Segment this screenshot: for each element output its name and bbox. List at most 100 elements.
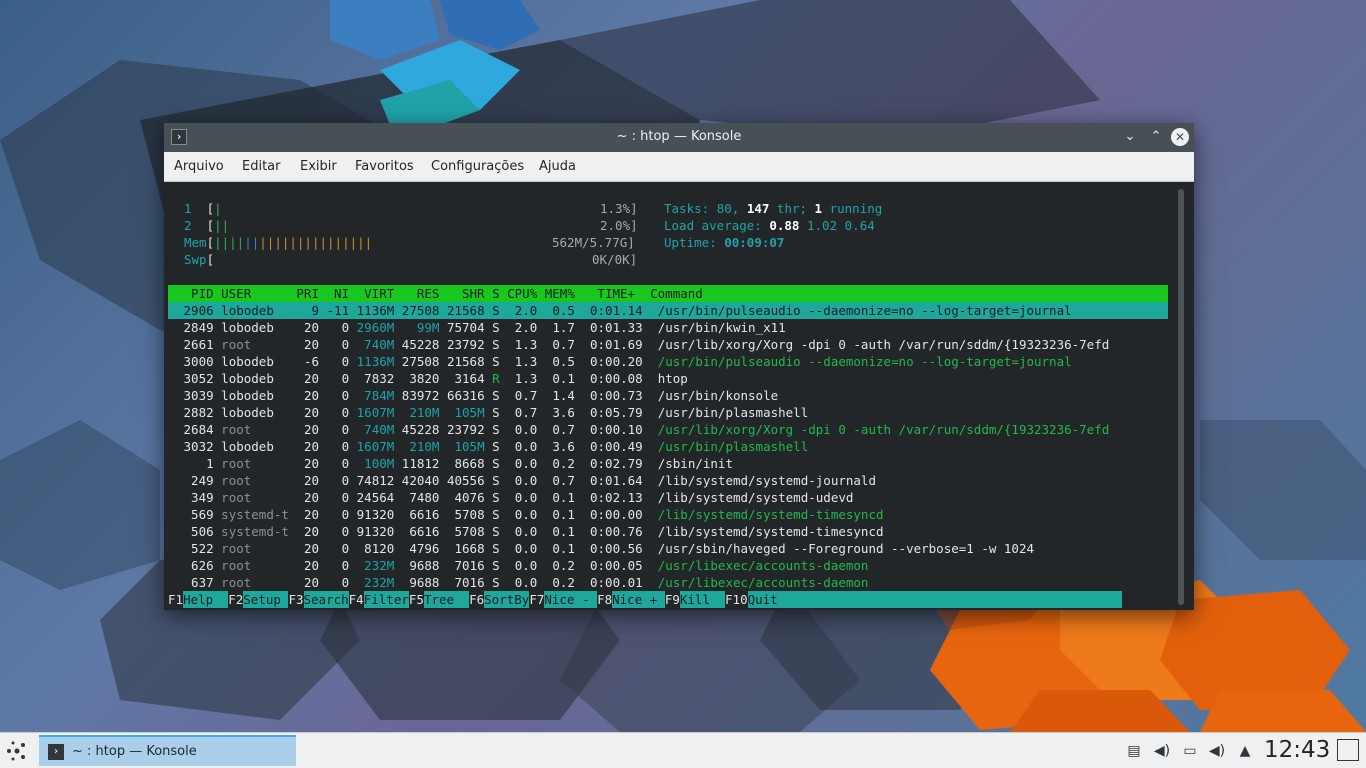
fkey-f10[interactable]: F10 bbox=[725, 592, 748, 607]
process-shr-cell: 40556 bbox=[439, 473, 485, 488]
process-cmd-cell: /usr/bin/pulseaudio --daemonize=no --log… bbox=[642, 303, 1072, 318]
menu-editar[interactable]: Editar bbox=[242, 159, 281, 174]
clipboard-icon[interactable]: ▤ bbox=[1125, 742, 1143, 760]
process-ni-cell: 0 bbox=[319, 388, 350, 403]
process-row[interactable]: 2684 root 20 0 740M 45228 23792 S 0.0 0.… bbox=[176, 421, 1110, 438]
terminal-scrollbar[interactable] bbox=[1178, 189, 1184, 605]
process-state-cell: S bbox=[484, 473, 500, 488]
fkey-f7[interactable]: F7 bbox=[529, 592, 544, 607]
process-row[interactable]: 2882 lobodeb 20 0 1607M 210M 105M S 0.7 … bbox=[176, 404, 809, 421]
fkey-label-f5[interactable]: Tree bbox=[423, 591, 470, 608]
process-cpu-cell: 0.0 bbox=[499, 541, 538, 556]
process-row[interactable]: 349 root 20 0 24564 7480 4076 S 0.0 0.1 … bbox=[176, 489, 853, 506]
process-virt-cell: 1607M bbox=[349, 405, 395, 420]
process-state-cell: S bbox=[484, 388, 500, 403]
process-pri-cell: 20 bbox=[288, 456, 320, 471]
process-row[interactable]: 522 root 20 0 8120 4796 1668 S 0.0 0.1 0… bbox=[176, 540, 1034, 557]
process-pid-cell: 2906 bbox=[176, 303, 214, 318]
maximize-icon[interactable]: ⌃ bbox=[1146, 127, 1166, 147]
fkey-label-f2[interactable]: Setup bbox=[243, 591, 289, 608]
process-row[interactable]: 3000 lobodeb -6 0 1136M 27508 21568 S 1.… bbox=[176, 353, 1072, 370]
volume-icon[interactable]: ◀) bbox=[1153, 742, 1171, 760]
process-shr-cell: 1668 bbox=[439, 541, 485, 556]
cpu1-percent: 1.3%] bbox=[600, 201, 638, 216]
fkey-label-f4[interactable]: Filter bbox=[363, 591, 409, 608]
show-desktop-icon[interactable] bbox=[1337, 739, 1359, 761]
process-pid-cell: 2849 bbox=[176, 320, 214, 335]
process-pri-cell: 20 bbox=[288, 320, 320, 335]
menu-favoritos[interactable]: Favoritos bbox=[355, 159, 414, 174]
menu-ajuda[interactable]: Ajuda bbox=[539, 159, 576, 174]
terminal-area[interactable]: 1 [| 1.3%] 2 [|| 2.0%] Mem[|||||||||||||… bbox=[164, 182, 1194, 610]
expand-tray-icon[interactable]: ▲ bbox=[1236, 742, 1254, 760]
process-row[interactable]: 3052 lobodeb 20 0 7832 3820 3164 R 1.3 0… bbox=[176, 370, 688, 387]
fkey-f3[interactable]: F3 bbox=[288, 592, 303, 607]
menu-exibir[interactable]: Exibir bbox=[300, 159, 337, 174]
process-res-cell: 210M bbox=[394, 405, 440, 420]
process-res-cell: 11812 bbox=[394, 456, 440, 471]
application-launcher-icon[interactable] bbox=[5, 739, 29, 763]
process-ni-cell: 0 bbox=[319, 371, 350, 386]
close-icon[interactable]: ✕ bbox=[1171, 128, 1189, 146]
process-row[interactable]: 626 root 20 0 232M 9688 7016 S 0.0 0.2 0… bbox=[176, 557, 868, 574]
process-table-header[interactable]: PID USER PRI NI VIRT RES SHR S CPU% MEM%… bbox=[176, 285, 703, 302]
process-state-cell: S bbox=[484, 558, 500, 573]
fkey-label-f1[interactable]: Help bbox=[183, 591, 229, 608]
process-time-cell: 0:00.20 bbox=[574, 354, 643, 369]
process-row[interactable]: 2906 lobodeb 9 -11 1136M 27508 21568 S 2… bbox=[176, 302, 1072, 319]
fkey-label-f7[interactable]: Nice - bbox=[544, 591, 598, 608]
process-row[interactable]: 637 root 20 0 232M 9688 7016 S 0.0 0.2 0… bbox=[176, 574, 868, 591]
process-user-cell: lobodeb bbox=[213, 371, 289, 386]
menu-arquivo[interactable]: Arquivo bbox=[174, 159, 224, 174]
process-shr-cell: 7016 bbox=[439, 575, 485, 590]
minimize-icon[interactable]: ⌄ bbox=[1120, 127, 1140, 147]
window-titlebar[interactable]: › ~ : htop — Konsole ⌄ ⌃ ✕ bbox=[164, 123, 1194, 152]
fkey-label-f9[interactable]: Kill bbox=[679, 591, 726, 608]
process-cpu-cell: 0.7 bbox=[499, 388, 538, 403]
process-row[interactable]: 2661 root 20 0 740M 45228 23792 S 1.3 0.… bbox=[176, 336, 1110, 353]
process-state-cell: S bbox=[484, 507, 500, 522]
process-row[interactable]: 1 root 20 0 100M 11812 8668 S 0.0 0.2 0:… bbox=[176, 455, 733, 472]
process-pid-cell: 1 bbox=[176, 456, 214, 471]
process-pri-cell: 20 bbox=[288, 388, 320, 403]
tasks-summary: Tasks: 80, 147 thr; 1 running bbox=[664, 201, 883, 216]
process-row[interactable]: 506 systemd-t 20 0 91320 6616 5708 S 0.0… bbox=[176, 523, 883, 540]
process-cpu-cell: 2.0 bbox=[499, 303, 538, 318]
fkey-label-f6[interactable]: SortBy bbox=[484, 591, 530, 608]
process-row[interactable]: 249 root 20 0 74812 42040 40556 S 0.0 0.… bbox=[176, 472, 876, 489]
process-row[interactable]: 2849 lobodeb 20 0 2960M 99M 75704 S 2.0 … bbox=[176, 319, 786, 336]
taskbar-task-konsole[interactable]: › ~ : htop — Konsole bbox=[39, 735, 296, 766]
process-row[interactable]: 569 systemd-t 20 0 91320 6616 5708 S 0.0… bbox=[176, 506, 883, 523]
fkey-f8[interactable]: F8 bbox=[597, 592, 612, 607]
process-time-cell: 0:00.56 bbox=[574, 541, 643, 556]
cpu2-percent: 2.0%] bbox=[600, 218, 638, 233]
menu-configuracoes[interactable]: Configurações bbox=[431, 159, 524, 174]
process-cpu-cell: 0.0 bbox=[499, 507, 538, 522]
network-icon[interactable]: ▭ bbox=[1181, 742, 1199, 760]
fkey-f9[interactable]: F9 bbox=[665, 592, 680, 607]
fkey-f6[interactable]: F6 bbox=[469, 592, 484, 607]
process-ni-cell: -11 bbox=[319, 303, 350, 318]
fkey-f2[interactable]: F2 bbox=[228, 592, 243, 607]
process-cpu-cell: 0.0 bbox=[499, 558, 538, 573]
process-res-cell: 6616 bbox=[394, 507, 440, 522]
process-cmd-cell: /usr/lib/xorg/Xorg -dpi 0 -auth /var/run… bbox=[642, 422, 1110, 437]
fkey-label-f10[interactable]: Quit bbox=[747, 591, 778, 608]
clock[interactable]: 12:43 bbox=[1264, 737, 1330, 763]
speaker-icon[interactable]: ◀) bbox=[1208, 742, 1226, 760]
fkey-f1[interactable]: F1 bbox=[168, 592, 183, 607]
process-res-cell: 6616 bbox=[394, 524, 440, 539]
process-time-cell: 0:05.79 bbox=[574, 405, 643, 420]
fkey-label-f3[interactable]: Search bbox=[303, 591, 349, 608]
fkey-label-f8[interactable]: Nice + bbox=[612, 591, 665, 608]
process-pid-cell: 506 bbox=[176, 524, 214, 539]
process-time-cell: 0:00.73 bbox=[574, 388, 643, 403]
process-res-cell: 4796 bbox=[394, 541, 440, 556]
fkey-f4[interactable]: F4 bbox=[349, 592, 364, 607]
process-time-cell: 0:00.76 bbox=[574, 524, 643, 539]
fkey-f5[interactable]: F5 bbox=[409, 592, 424, 607]
process-row[interactable]: 3032 lobodeb 20 0 1607M 210M 105M S 0.0 … bbox=[176, 438, 809, 455]
function-key-bar: F1Help F2Setup F3SearchF4FilterF5Tree F6… bbox=[168, 591, 1168, 608]
process-shr-cell: 5708 bbox=[439, 507, 485, 522]
process-row[interactable]: 3039 lobodeb 20 0 784M 83972 66316 S 0.7… bbox=[176, 387, 779, 404]
